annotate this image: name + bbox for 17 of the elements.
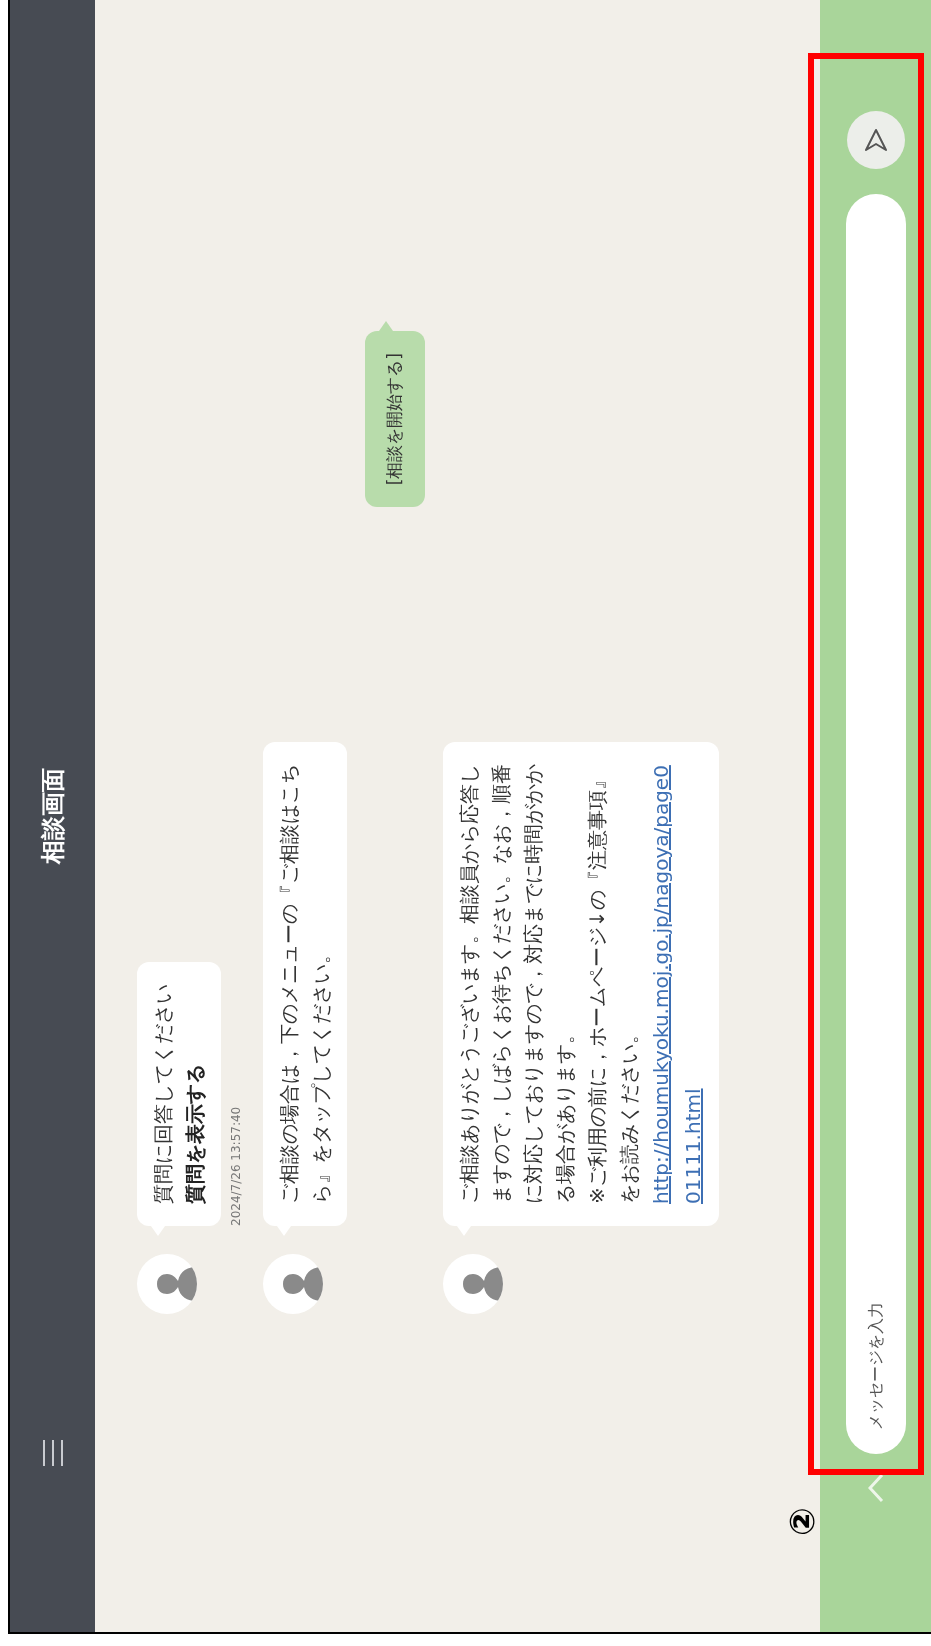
message-text: ※ご利用の前に，ホームページ↓の『注意事項』をお読みください。 bbox=[584, 769, 642, 1204]
message-text: 質問に回答してください bbox=[150, 984, 176, 1204]
callout-number: ② bbox=[785, 1507, 819, 1536]
timestamp: 2024/7/26 13:57:40 bbox=[228, 1105, 244, 1226]
message-input[interactable]: メッセージを入力 bbox=[845, 194, 906, 1454]
avatar-silhouette-icon bbox=[283, 1267, 323, 1301]
message-text: ご相談ありがとうございます。相談員から応答しますので，しばらくお待ちください。なお，順番に対応しておりますので，対応までに時間がかかる場合があります。 bbox=[456, 764, 578, 1204]
show-questions-link[interactable]: 質問を表示する bbox=[179, 984, 211, 1204]
message-text: ご相談の場合は，下のメニューの『ご相談はこちら』をタップしてください。 bbox=[276, 764, 334, 1204]
message-text: [相談を開始する] bbox=[383, 353, 406, 486]
menu-icon[interactable] bbox=[41, 1440, 64, 1466]
screen-title: 相談画面 bbox=[37, 768, 68, 864]
avatar-silhouette-icon bbox=[463, 1267, 503, 1301]
chevron-up-icon bbox=[867, 1473, 884, 1503]
send-icon bbox=[862, 127, 889, 153]
avatar-silhouette-icon bbox=[157, 1267, 197, 1301]
url-link[interactable]: http://houmukyoku.moj.go.jp/nagoya/page001111.html bbox=[645, 764, 709, 1204]
